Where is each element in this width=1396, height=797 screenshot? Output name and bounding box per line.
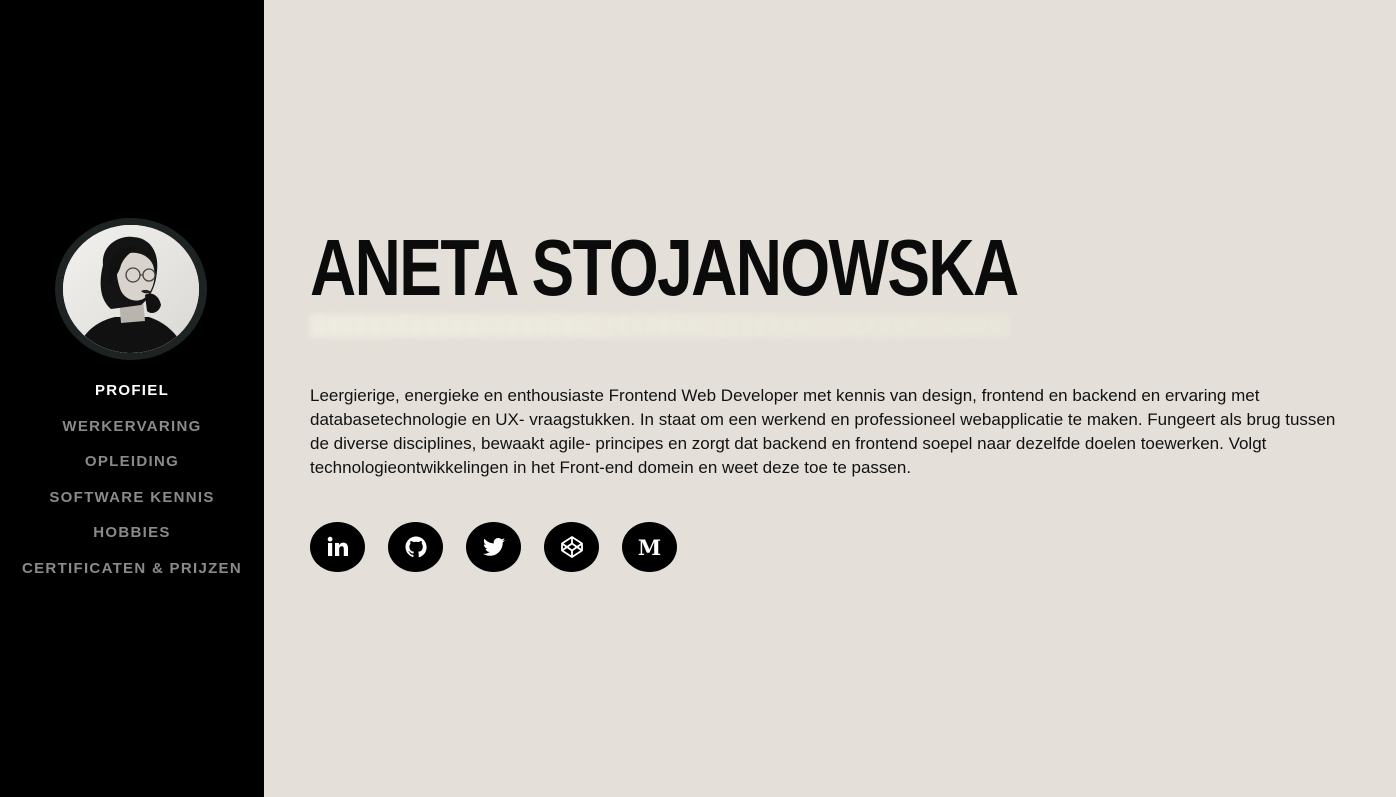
- codepen-link[interactable]: [544, 522, 599, 572]
- profile-photo-image: [63, 225, 199, 353]
- profile-photo: [63, 225, 199, 353]
- avatar: [55, 218, 207, 360]
- profile-bio: Leergierige, energieke en enthousiaste F…: [310, 386, 1336, 477]
- codepen-icon: [560, 536, 583, 558]
- nav-item-profiel[interactable]: PROFIEL: [0, 381, 264, 417]
- github-link[interactable]: [388, 522, 443, 572]
- linkedin-link[interactable]: [310, 522, 365, 572]
- social-links: M: [310, 522, 677, 572]
- title-underline: [310, 314, 1010, 338]
- page-title: ANETA STOJANOWSKA: [310, 223, 1019, 312]
- twitter-link[interactable]: [466, 522, 521, 572]
- nav-item-opleiding[interactable]: OPLEIDING: [0, 452, 264, 488]
- nav-item-software-kennis[interactable]: SOFTWARE KENNIS: [0, 488, 264, 524]
- sidebar: PROFIEL WERKERVARING OPLEIDING SOFTWARE …: [0, 0, 264, 797]
- nav-item-certificaten-prijzen[interactable]: CERTIFICATEN & PRIJZEN: [0, 559, 264, 595]
- nav-item-werkervaring[interactable]: WERKERVARING: [0, 417, 264, 453]
- sidebar-nav: PROFIEL WERKERVARING OPLEIDING SOFTWARE …: [0, 381, 264, 594]
- linkedin-icon: [327, 536, 348, 556]
- twitter-icon: [482, 538, 505, 556]
- nav-item-hobbies[interactable]: HOBBIES: [0, 523, 264, 559]
- github-icon: [405, 536, 427, 558]
- medium-link[interactable]: M: [622, 522, 677, 572]
- medium-icon: M: [637, 534, 662, 560]
